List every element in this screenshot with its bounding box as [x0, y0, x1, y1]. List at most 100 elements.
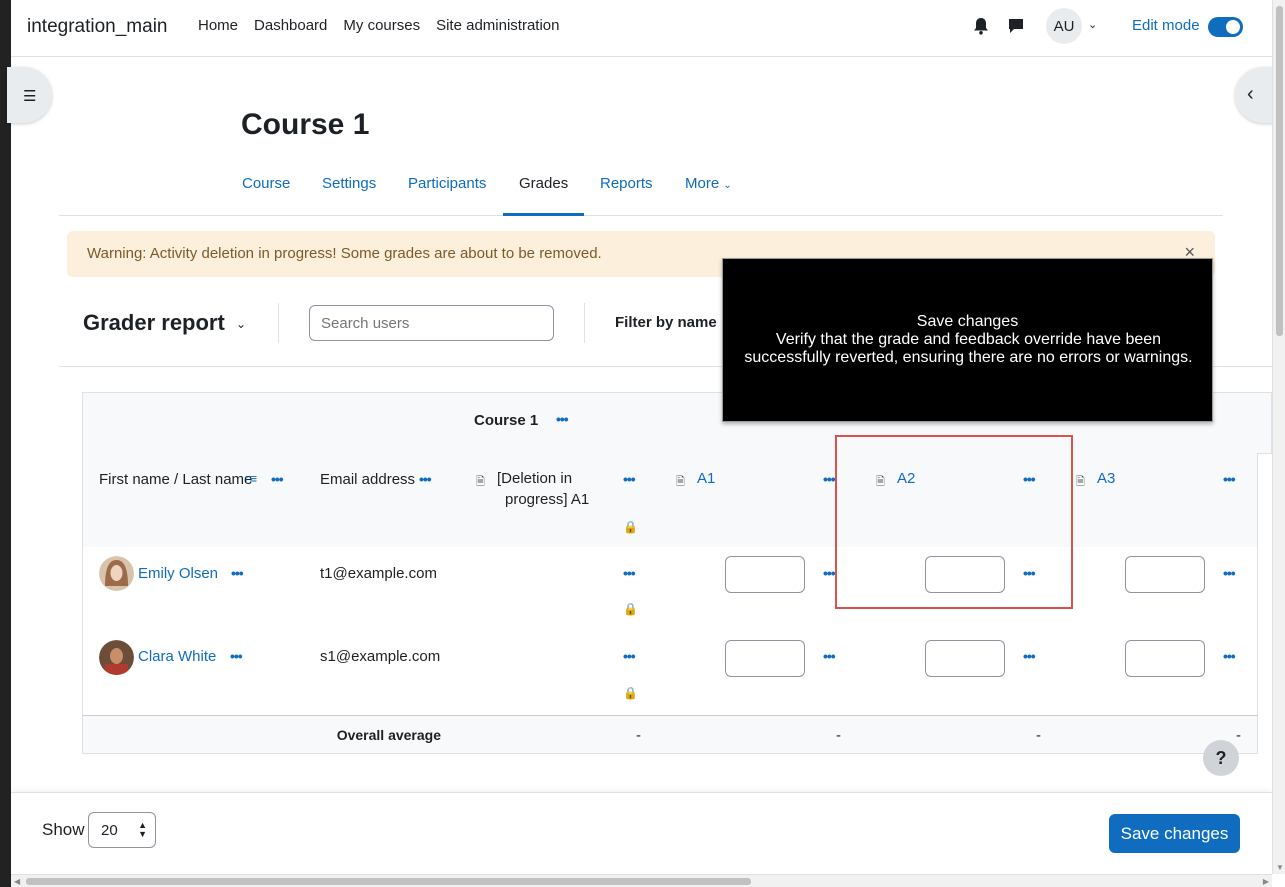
- scroll-down-icon[interactable]: ▼: [1276, 863, 1284, 872]
- deleted-grade-cell: ••• 🔒: [457, 631, 658, 716]
- tab-settings[interactable]: Settings: [322, 175, 376, 192]
- grade-input[interactable]: [725, 640, 805, 677]
- tab-grades[interactable]: Grades: [519, 175, 568, 192]
- avatar-initials: AU: [1053, 17, 1075, 35]
- chat-icon[interactable]: [1007, 17, 1025, 35]
- overall-average-value: -: [1036, 727, 1041, 744]
- cell-actions-icon[interactable]: •••: [1223, 648, 1236, 664]
- tour-step-tooltip: Save changes Verify that the grade and f…: [722, 258, 1213, 422]
- divider: [278, 303, 279, 343]
- block-drawer-button[interactable]: ‹: [1235, 67, 1275, 123]
- a1-column-header: 🗎 A1 •••: [657, 453, 858, 548]
- overall-average-value: -: [636, 727, 641, 744]
- active-tab-indicator: [503, 213, 584, 216]
- bell-icon[interactable]: [973, 17, 989, 35]
- grade-input[interactable]: [1125, 640, 1205, 677]
- sort-ascending-icon[interactable]: ↑≡: [243, 471, 257, 486]
- email-column-actions-icon[interactable]: •••: [419, 471, 432, 487]
- scrollbar-thumb[interactable]: [1276, 6, 1283, 336]
- tooltip-body: Verify that the grade and feedback overr…: [744, 331, 1193, 366]
- tab-course[interactable]: Course: [242, 175, 290, 192]
- search-users-input[interactable]: [309, 305, 554, 341]
- per-page-select[interactable]: 20 ▲ ▼: [88, 812, 156, 848]
- grader-table: Course 1 ••• First name / Last name ↑≡ •…: [82, 392, 1272, 754]
- cell-actions-icon[interactable]: •••: [623, 648, 636, 664]
- a3-grade-cell: •••: [1057, 631, 1258, 716]
- show-label: Show: [42, 820, 85, 839]
- edit-mode-label: Edit mode: [1132, 17, 1200, 34]
- grade-input[interactable]: [1125, 556, 1205, 593]
- user-email: t1@example.com: [320, 565, 437, 582]
- select-arrows-icon: ▲ ▼: [138, 820, 147, 839]
- email-cell: t1@example.com: [304, 547, 458, 632]
- page-title: Course 1: [241, 108, 370, 141]
- highlight-box: [835, 435, 1073, 609]
- site-brand[interactable]: integration_main: [27, 16, 167, 38]
- chevron-down-icon[interactable]: ⌄: [1088, 18, 1097, 31]
- lock-icon: 🔒: [623, 602, 638, 616]
- cell-actions-icon[interactable]: •••: [823, 565, 836, 581]
- help-button[interactable]: ?: [1203, 740, 1239, 776]
- course-index-drawer-button[interactable]: ☰: [7, 67, 52, 123]
- assignment-icon: 🗎: [476, 476, 485, 488]
- user-avatar-menu[interactable]: AU: [1046, 8, 1082, 44]
- warning-message: Warning: Activity deletion in progress! …: [87, 245, 602, 262]
- overall-average-cell: -: [457, 715, 658, 754]
- empty-header-cell: [82, 392, 458, 454]
- scroll-left-icon[interactable]: ◀: [14, 877, 20, 886]
- a3-column-link[interactable]: A3: [1097, 470, 1115, 487]
- deleted-item-column-header: 🗎 [Deletion in progress] A1 ••• 🔒: [457, 453, 658, 548]
- user-actions-icon[interactable]: •••: [231, 565, 244, 581]
- cell-actions-icon[interactable]: •••: [1223, 565, 1236, 581]
- top-navbar: integration_main Home Dashboard My cours…: [11, 0, 1272, 57]
- overall-average-value: -: [836, 727, 841, 744]
- report-selector[interactable]: Grader report: [83, 310, 225, 336]
- vertical-scrollbar[interactable]: ▼: [1272, 0, 1285, 874]
- overall-average-label: Overall average: [336, 727, 441, 743]
- lock-icon: 🔒: [623, 520, 638, 534]
- tab-reports[interactable]: Reports: [600, 175, 653, 192]
- a3-grade-cell: •••: [1057, 547, 1258, 632]
- chevron-down-icon[interactable]: ⌄: [236, 317, 246, 331]
- cell-actions-icon[interactable]: •••: [1023, 648, 1036, 664]
- a3-column-header: 🗎 A3 •••: [1057, 453, 1258, 548]
- nav-home[interactable]: Home: [198, 17, 238, 34]
- email-cell: s1@example.com: [304, 631, 458, 716]
- grade-input[interactable]: [925, 640, 1005, 677]
- assignment-icon: 🗎: [1076, 476, 1085, 488]
- nav-site-administration[interactable]: Site administration: [436, 17, 559, 34]
- sticky-footer: Show 20 ▲ ▼ Save changes: [11, 792, 1272, 874]
- name-column-label[interactable]: First name / Last name: [99, 471, 252, 488]
- scroll-right-icon[interactable]: ▶: [1263, 877, 1269, 886]
- email-column-header: Email address •••: [304, 453, 458, 548]
- deleted-item-actions-icon[interactable]: •••: [623, 471, 636, 487]
- tab-more-label: More: [685, 175, 720, 192]
- nav-my-courses[interactable]: My courses: [343, 17, 420, 34]
- name-column-actions-icon[interactable]: •••: [271, 471, 284, 487]
- primary-navigation: Home Dashboard My courses Site administr…: [198, 17, 560, 34]
- cell-actions-icon[interactable]: •••: [623, 565, 636, 581]
- scrollbar-thumb[interactable]: [26, 878, 751, 885]
- save-changes-button[interactable]: Save changes: [1109, 814, 1240, 853]
- a3-column-actions-icon[interactable]: •••: [1223, 471, 1236, 487]
- chevron-down-icon: ⌄: [723, 180, 732, 191]
- name-column-header: First name / Last name ↑≡ •••: [82, 453, 305, 548]
- filter-by-name-label[interactable]: Filter by name: [615, 314, 717, 331]
- a1-column-link[interactable]: A1: [697, 470, 715, 487]
- cell-actions-icon[interactable]: •••: [823, 648, 836, 664]
- category-actions-icon[interactable]: •••: [556, 411, 569, 427]
- a1-column-actions-icon[interactable]: •••: [823, 471, 836, 487]
- user-name-link[interactable]: Clara White: [138, 648, 216, 665]
- horizontal-scrollbar[interactable]: ◀ ▶: [11, 874, 1272, 887]
- tab-more[interactable]: More ⌄: [685, 175, 732, 192]
- tab-participants[interactable]: Participants: [408, 175, 486, 192]
- edit-mode-toggle[interactable]: [1208, 17, 1243, 37]
- nav-dashboard[interactable]: Dashboard: [254, 17, 327, 34]
- overall-average-cell: -: [857, 715, 1058, 754]
- grade-input[interactable]: [725, 556, 805, 593]
- table-row: Emily Olsen •••: [82, 547, 305, 632]
- table-row: Clara White •••: [82, 631, 305, 716]
- deleted-item-label-line2: progress] A1: [505, 491, 590, 508]
- user-name-link[interactable]: Emily Olsen: [138, 565, 218, 582]
- user-actions-icon[interactable]: •••: [230, 648, 243, 664]
